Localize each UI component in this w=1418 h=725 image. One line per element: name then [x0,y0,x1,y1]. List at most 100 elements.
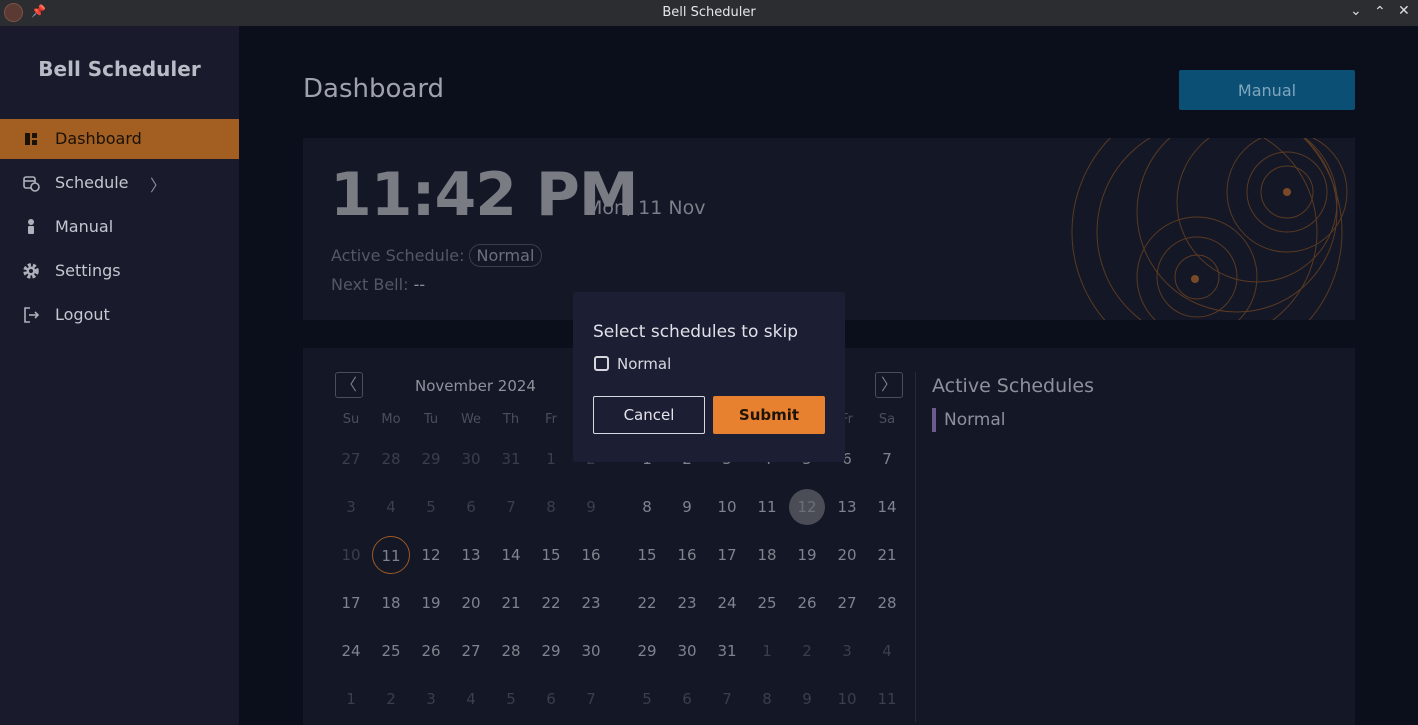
manual-button[interactable]: Manual [1179,70,1355,110]
calendar-day[interactable]: 11 [372,536,410,574]
calendar-day[interactable]: 21 [491,584,531,622]
calendar-day[interactable]: 7 [571,680,611,718]
calendar-day[interactable]: 25 [747,584,787,622]
calendar-day[interactable]: 16 [667,536,707,574]
checkbox-label[interactable]: Normal [617,355,671,373]
calendar-day[interactable]: 20 [451,584,491,622]
sidebar-item-dashboard[interactable]: Dashboard [0,119,239,159]
calendar-day[interactable]: 27 [331,440,371,478]
calendar-day[interactable]: 8 [627,488,667,526]
calendar-day[interactable]: 6 [667,680,707,718]
calendar-day[interactable]: 18 [371,584,411,622]
calendar-day[interactable]: 27 [451,632,491,670]
calendar-day[interactable]: 9 [571,488,611,526]
calendar-day[interactable]: 2 [787,632,827,670]
calendar-day[interactable]: 1 [331,680,371,718]
calendar-day[interactable]: 6 [451,488,491,526]
active-schedule-item[interactable]: Normal [932,408,1006,432]
calendar-day[interactable]: 24 [707,584,747,622]
calendar-day[interactable]: 14 [491,536,531,574]
calendar-day[interactable]: 7 [867,440,907,478]
calendar-day[interactable]: 28 [867,584,907,622]
calendar-day[interactable]: 5 [411,488,451,526]
calendar-day[interactable]: 30 [571,632,611,670]
calendar-day[interactable]: 15 [531,536,571,574]
calendar-day[interactable]: 9 [787,680,827,718]
calendar-day[interactable]: 25 [371,632,411,670]
prev-month-button[interactable]: 〈 [335,372,363,398]
calendar-day[interactable]: 30 [667,632,707,670]
calendar-day[interactable]: 14 [867,488,907,526]
sidebar-item-manual[interactable]: Manual [0,207,239,247]
calendar-day[interactable]: 17 [707,536,747,574]
calendar-day[interactable]: 26 [411,632,451,670]
calendar-day[interactable]: 4 [867,632,907,670]
calendar-day[interactable]: 18 [747,536,787,574]
calendar-day[interactable]: 3 [331,488,371,526]
calendar-day[interactable]: 3 [827,632,867,670]
calendar-day[interactable]: 29 [531,632,571,670]
calendar-day[interactable]: 21 [867,536,907,574]
calendar-day[interactable]: 5 [627,680,667,718]
calendar-day[interactable]: 7 [707,680,747,718]
sidebar-item-logout[interactable]: Logout [0,295,239,335]
next-month-button[interactable]: 〉 [875,372,903,398]
calendar-day[interactable]: 26 [787,584,827,622]
calendar-day[interactable]: 4 [451,680,491,718]
calendar-day[interactable]: 10 [707,488,747,526]
calendar-day[interactable]: 9 [667,488,707,526]
cancel-button[interactable]: Cancel [593,396,705,434]
calendar-day[interactable]: 1 [747,632,787,670]
calendar-day[interactable]: 4 [371,488,411,526]
close-icon[interactable]: ✕ [1398,3,1410,19]
calendar-day[interactable]: 27 [827,584,867,622]
calendar-day[interactable]: 19 [787,536,827,574]
calendar-day[interactable]: 17 [331,584,371,622]
calendar-day[interactable]: 20 [827,536,867,574]
dashboard-icon [25,133,37,145]
normal-checkbox[interactable] [594,356,609,371]
calendar-day[interactable]: 28 [491,632,531,670]
calendar-day[interactable]: 6 [531,680,571,718]
calendar-day[interactable]: 12 [411,536,451,574]
calendar-day[interactable]: 22 [627,584,667,622]
sidebar-item-label: Dashboard [55,129,142,148]
calendar-day[interactable]: 22 [531,584,571,622]
calendar-day[interactable]: 3 [411,680,451,718]
calendar-day[interactable]: 13 [451,536,491,574]
calendar-day[interactable]: 11 [747,488,787,526]
calendar-day[interactable]: 24 [331,632,371,670]
calendar-day[interactable]: 12 [789,489,825,525]
calendar-day[interactable]: 8 [531,488,571,526]
active-schedules-title: Active Schedules [932,375,1095,397]
calendar-day[interactable]: 13 [827,488,867,526]
calendar-day[interactable]: 30 [451,440,491,478]
sidebar-item-settings[interactable]: Settings [0,251,239,291]
calendar-day[interactable]: 11 [867,680,907,718]
calendar-day[interactable]: 5 [491,680,531,718]
gear-icon [23,263,39,279]
chevron-down-icon[interactable]: ⌄ [1350,3,1362,19]
calendar-day[interactable]: 2 [371,680,411,718]
person-icon [28,219,34,234]
calendar-day[interactable]: 15 [627,536,667,574]
calendar-day[interactable]: 1 [531,440,571,478]
calendar-day[interactable]: 8 [747,680,787,718]
submit-button[interactable]: Submit [713,396,825,434]
calendar-day[interactable]: 31 [707,632,747,670]
calendar-day[interactable]: 23 [667,584,707,622]
calendar-day[interactable]: 16 [571,536,611,574]
weekday-header: Tu [423,412,439,427]
calendar-day[interactable]: 10 [827,680,867,718]
chevron-up-icon[interactable]: ⌃ [1374,4,1386,20]
calendar-day[interactable]: 7 [491,488,531,526]
calendar-day[interactable]: 29 [627,632,667,670]
calendar-day[interactable]: 23 [571,584,611,622]
sidebar-item-schedule[interactable]: Schedule 〉 [0,163,239,203]
calendar-day[interactable]: 29 [411,440,451,478]
calendar-day[interactable]: 28 [371,440,411,478]
window-titlebar: 📌 Bell Scheduler ⌄ ⌃ ✕ [0,0,1418,26]
calendar-day[interactable]: 19 [411,584,451,622]
calendar-day[interactable]: 31 [491,440,531,478]
calendar-day[interactable]: 10 [331,536,371,574]
